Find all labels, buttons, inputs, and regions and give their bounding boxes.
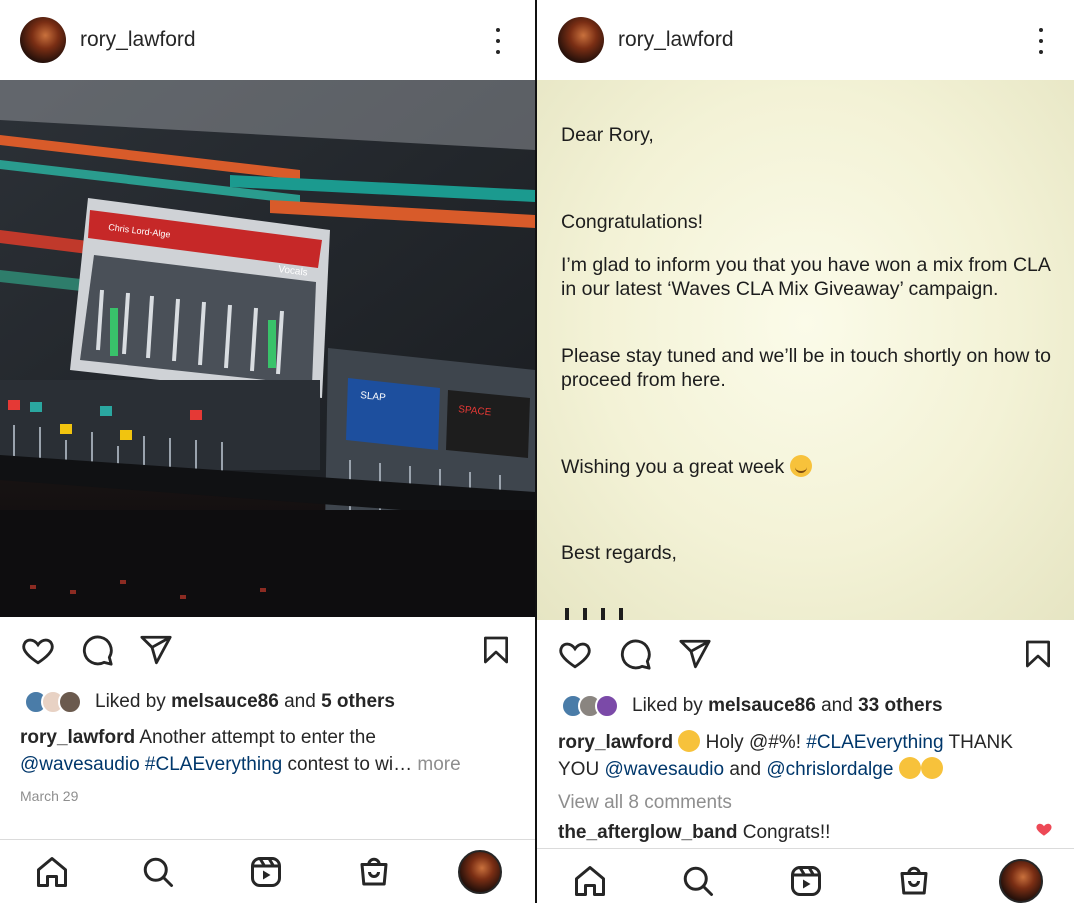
liker-avatars	[561, 694, 619, 718]
caption-mention-cla[interactable]: @chrislordalge	[766, 759, 893, 780]
bookmark-icon[interactable]	[1022, 637, 1054, 671]
filled-heart-icon[interactable]	[1034, 820, 1054, 843]
letter-wish-text: Wishing you a great week	[561, 456, 785, 478]
shop-icon[interactable]	[896, 863, 932, 903]
send-icon[interactable]	[677, 637, 713, 671]
letter-congrats: Congratulations!	[561, 211, 704, 233]
comment-icon[interactable]	[618, 637, 652, 671]
caption-hashtag[interactable]: #CLAEverything	[806, 732, 943, 753]
post-header: rory_lawford	[0, 0, 535, 80]
reels-icon[interactable]	[248, 854, 284, 895]
post-date: March 29	[20, 788, 79, 804]
liked-by-and: and	[821, 695, 853, 716]
more-options-icon[interactable]	[486, 28, 510, 54]
letter-closing: Best regards,	[561, 542, 677, 564]
more-options-icon[interactable]	[1029, 28, 1053, 54]
bottom-nav	[0, 839, 535, 903]
comment-row: the_afterglow_band Congrats!!	[558, 819, 1058, 846]
likes-summary[interactable]: Liked by melsauce86 and 33 others	[561, 694, 943, 718]
letter-body-2: Please stay tuned and we’ll be in touch …	[561, 345, 1051, 391]
post-header: rory_lawford	[537, 0, 1074, 80]
heart-icon[interactable]	[20, 633, 56, 667]
daw-screen-photo: Chris Lord-Alge Vocals SLAP SPACE	[0, 80, 535, 617]
post-actions	[0, 633, 535, 673]
caption-mention[interactable]: @wavesaudio	[20, 754, 140, 775]
bottom-nav	[537, 848, 1074, 903]
home-icon[interactable]	[34, 854, 70, 895]
post-username[interactable]: rory_lawford	[80, 28, 196, 52]
reels-icon[interactable]	[788, 863, 824, 903]
post-actions	[537, 637, 1074, 677]
caption-username[interactable]: rory_lawford	[20, 727, 135, 748]
post-caption: rory_lawford Holy @#%! #CLAEverything TH…	[558, 729, 1058, 783]
smile-emoji-icon	[789, 455, 812, 477]
liker-avatars	[24, 690, 82, 714]
party-emoji-icon	[920, 757, 943, 779]
shop-icon[interactable]	[356, 854, 392, 895]
signature-fragment	[565, 608, 635, 620]
view-all-comments-link[interactable]: View all 8 comments	[558, 789, 732, 816]
post-photo[interactable]: Chris Lord-Alge Vocals SLAP SPACE	[0, 80, 535, 617]
liked-by-others[interactable]: 33 others	[858, 695, 942, 717]
right-post-panel: rory_lawford Dear Rory, Congratulations!…	[537, 0, 1074, 903]
liked-by-user[interactable]: melsauce86	[171, 691, 279, 713]
profile-tab-avatar[interactable]	[999, 859, 1043, 903]
liked-by-others[interactable]: 5 others	[321, 691, 395, 713]
home-icon[interactable]	[572, 863, 608, 903]
more-link[interactable]: more	[417, 754, 460, 775]
caption-and: and	[729, 759, 762, 780]
caption-mention-waves[interactable]: @wavesaudio	[604, 759, 724, 780]
mind-blown-emoji-icon	[898, 757, 921, 779]
letter-greeting: Dear Rory,	[561, 124, 654, 146]
comment-username[interactable]: the_afterglow_band	[558, 822, 737, 843]
caption-text: Another attempt to enter the	[139, 727, 376, 748]
caption-text: Holy @#%!	[705, 732, 801, 753]
likes-summary[interactable]: Liked by melsauce86 and 5 others	[24, 690, 395, 714]
letter-photo[interactable]: Dear Rory, Congratulations! I’m glad to …	[537, 80, 1074, 620]
caption-username[interactable]: rory_lawford	[558, 732, 673, 753]
letter-body-1: I’m glad to inform you that you have won…	[561, 254, 1050, 300]
caption-hashtag[interactable]: #CLAEverything	[145, 754, 282, 775]
bookmark-icon[interactable]	[480, 633, 512, 667]
liker-avatar	[595, 694, 619, 718]
surprised-emoji-icon	[678, 730, 701, 752]
liked-by-user[interactable]: melsauce86	[708, 695, 816, 717]
liked-by-prefix: Liked by	[95, 691, 166, 712]
post-caption: rory_lawford Another attempt to enter th…	[20, 724, 515, 778]
post-username[interactable]: rory_lawford	[618, 28, 734, 52]
liked-by-prefix: Liked by	[632, 695, 703, 716]
comment-icon[interactable]	[80, 633, 114, 667]
liker-avatar	[58, 690, 82, 714]
left-post-panel: rory_lawford Chris Lord-Alge Vocals SLAP…	[0, 0, 535, 903]
send-icon[interactable]	[138, 633, 174, 667]
search-icon[interactable]	[680, 863, 716, 903]
caption-text-continued: contest to wi…	[287, 754, 413, 775]
search-icon[interactable]	[140, 854, 176, 895]
comment-text: Congrats!!	[742, 822, 831, 843]
liked-by-and: and	[284, 691, 316, 712]
profile-avatar[interactable]	[20, 17, 66, 63]
heart-icon[interactable]	[557, 637, 593, 671]
profile-tab-avatar[interactable]	[458, 850, 502, 894]
profile-avatar[interactable]	[558, 17, 604, 63]
letter-wish: Wishing you a great week	[561, 455, 812, 479]
